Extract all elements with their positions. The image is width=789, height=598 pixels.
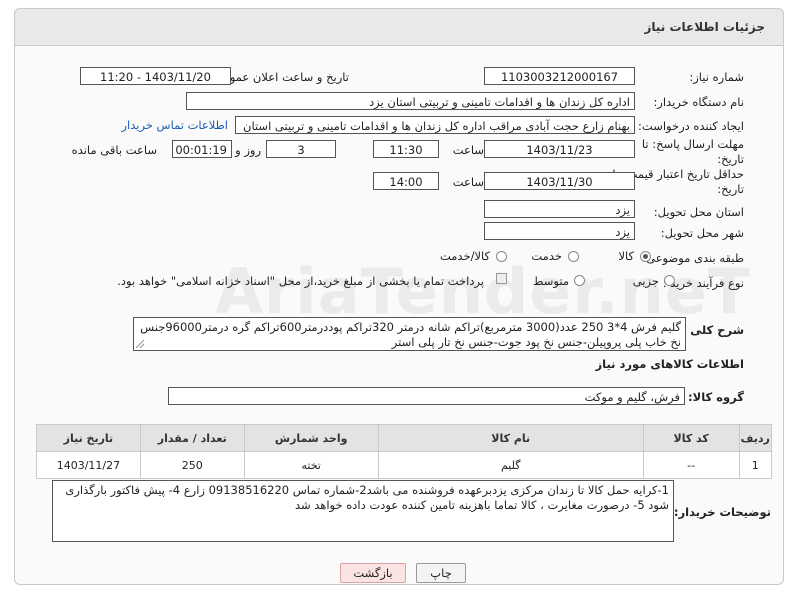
need-number-label: شماره نیاز:	[689, 70, 744, 84]
header-bar: جزئیات اطلاعات نیاز	[14, 8, 784, 46]
resize-grip-icon[interactable]	[136, 340, 144, 348]
buyer-notes-textarea: 1-کرایه حمل کالا تا زندان مرکزی یزدبرعهد…	[52, 480, 674, 542]
cell-row-number: 1	[738, 451, 773, 479]
col-item-name: نام کالا	[377, 424, 644, 452]
validity-hour-label: ساعت	[452, 175, 484, 189]
col-item-code: کد کالا	[642, 424, 740, 452]
creator-field: بهنام زارع حجت آبادی مراقب اداره کل زندا…	[235, 116, 635, 134]
cell-quantity: 250	[139, 451, 245, 479]
col-unit: واحد شمارش	[243, 424, 379, 452]
payment-note: پرداخت تمام یا بخشی از مبلغ خرید،از محل …	[117, 274, 484, 288]
page-title: جزئیات اطلاعات نیاز	[644, 20, 765, 34]
description-text: گلیم فرش 4*3 250 عدد(3000 مترمربع)تراکم …	[140, 320, 681, 349]
print-button[interactable]: چاپ	[416, 563, 466, 583]
deadline-date-field: 1403/11/23	[484, 140, 635, 158]
category-label: طبقه بندی موضوعی:	[642, 251, 744, 265]
deadline-hour-label: ساعت	[452, 143, 484, 157]
cell-item-code: --	[642, 451, 740, 479]
deadline-time-field: 11:30	[373, 140, 439, 158]
goods-table-header: ردیف کد کالا نام کالا واحد شمارش تعداد /…	[36, 424, 773, 452]
buyer-label: نام دستگاه خریدار:	[653, 95, 744, 109]
creator-label: ایجاد کننده درخواست:	[638, 119, 744, 133]
announce-label: تاریخ و ساعت اعلان عمومی:	[210, 70, 349, 84]
category-radio-goods[interactable]	[640, 251, 651, 262]
goods-section-title: اطلاعات کالاهای مورد نیاز	[595, 357, 744, 371]
city-field: یزد	[484, 222, 635, 240]
category-radio-service[interactable]	[568, 251, 579, 262]
days-field: 3	[266, 140, 336, 158]
city-label: شهر محل تحویل:	[660, 226, 744, 240]
announce-field: 1403/11/20 - 11:20	[80, 67, 231, 85]
goods-table: ردیف کد کالا نام کالا واحد شمارش تعداد /…	[36, 424, 773, 479]
cell-item-name: گلیم	[377, 451, 644, 479]
buyer-field: اداره کل زندان ها و اقدامات تامینی و ترب…	[186, 92, 635, 110]
buyer-notes-text: 1-کرایه حمل کالا تا زندان مرکزی یزدبرعهد…	[65, 483, 669, 512]
remaining-time-field: 00:01:19	[172, 140, 232, 158]
goods-group-field: فرش، گلیم و موکت	[168, 387, 685, 405]
category-option-service: خدمت	[531, 249, 562, 263]
deadline-label: مهلت ارسال پاسخ: تا تاریخ:	[641, 137, 744, 166]
back-button[interactable]: بازگشت	[340, 563, 406, 583]
table-row: 1 -- گلیم تخته 250 1403/11/27	[36, 451, 773, 479]
validity-time-field: 14:00	[373, 172, 439, 190]
buyer-contact-link[interactable]: اطلاعات تماس خریدار	[121, 118, 228, 132]
description-textarea: گلیم فرش 4*3 250 عدد(3000 مترمربع)تراکم …	[133, 317, 686, 351]
validity-date-field: 1403/11/30	[484, 172, 635, 190]
process-radio-minor[interactable]	[664, 275, 675, 286]
process-option-minor: جزیی	[632, 274, 659, 288]
category-radio-goods-service[interactable]	[496, 251, 507, 262]
process-label: نوع فرآیند خرید :	[662, 276, 744, 290]
col-need-date: تاریخ نیاز	[36, 424, 141, 452]
process-option-medium: متوسط	[532, 274, 569, 288]
cell-unit: تخته	[243, 451, 379, 479]
goods-group-label: گروه کالا:	[688, 390, 744, 404]
col-quantity: تعداد / مقدار	[139, 424, 245, 452]
cell-need-date: 1403/11/27	[36, 451, 141, 479]
buyer-notes-label: توضیحات خریدار:	[673, 505, 771, 519]
need-number-field: 1103003212000167	[484, 67, 635, 85]
process-radio-medium[interactable]	[574, 275, 585, 286]
province-label: استان محل تحویل:	[653, 205, 744, 219]
remaining-label: ساعت باقی مانده	[71, 143, 157, 157]
day-label: روز و	[235, 143, 261, 157]
category-option-goods-service: کالا/خدمت	[439, 249, 490, 263]
payment-checkbox[interactable]	[496, 273, 507, 284]
col-row-number: ردیف	[738, 424, 773, 452]
province-field: یزد	[484, 200, 635, 218]
category-option-goods: کالا	[618, 249, 634, 263]
